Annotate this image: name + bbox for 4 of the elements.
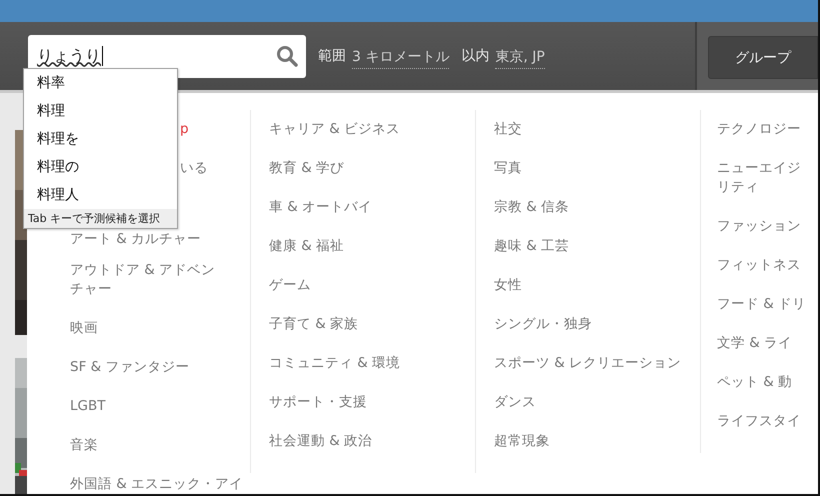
within-label: 以内 [461,47,490,65]
search-text: りょうり [37,46,101,66]
suggestion-hint: Tab キーで予測候補を選択 [24,209,177,228]
range-label: 範囲 [318,47,346,65]
